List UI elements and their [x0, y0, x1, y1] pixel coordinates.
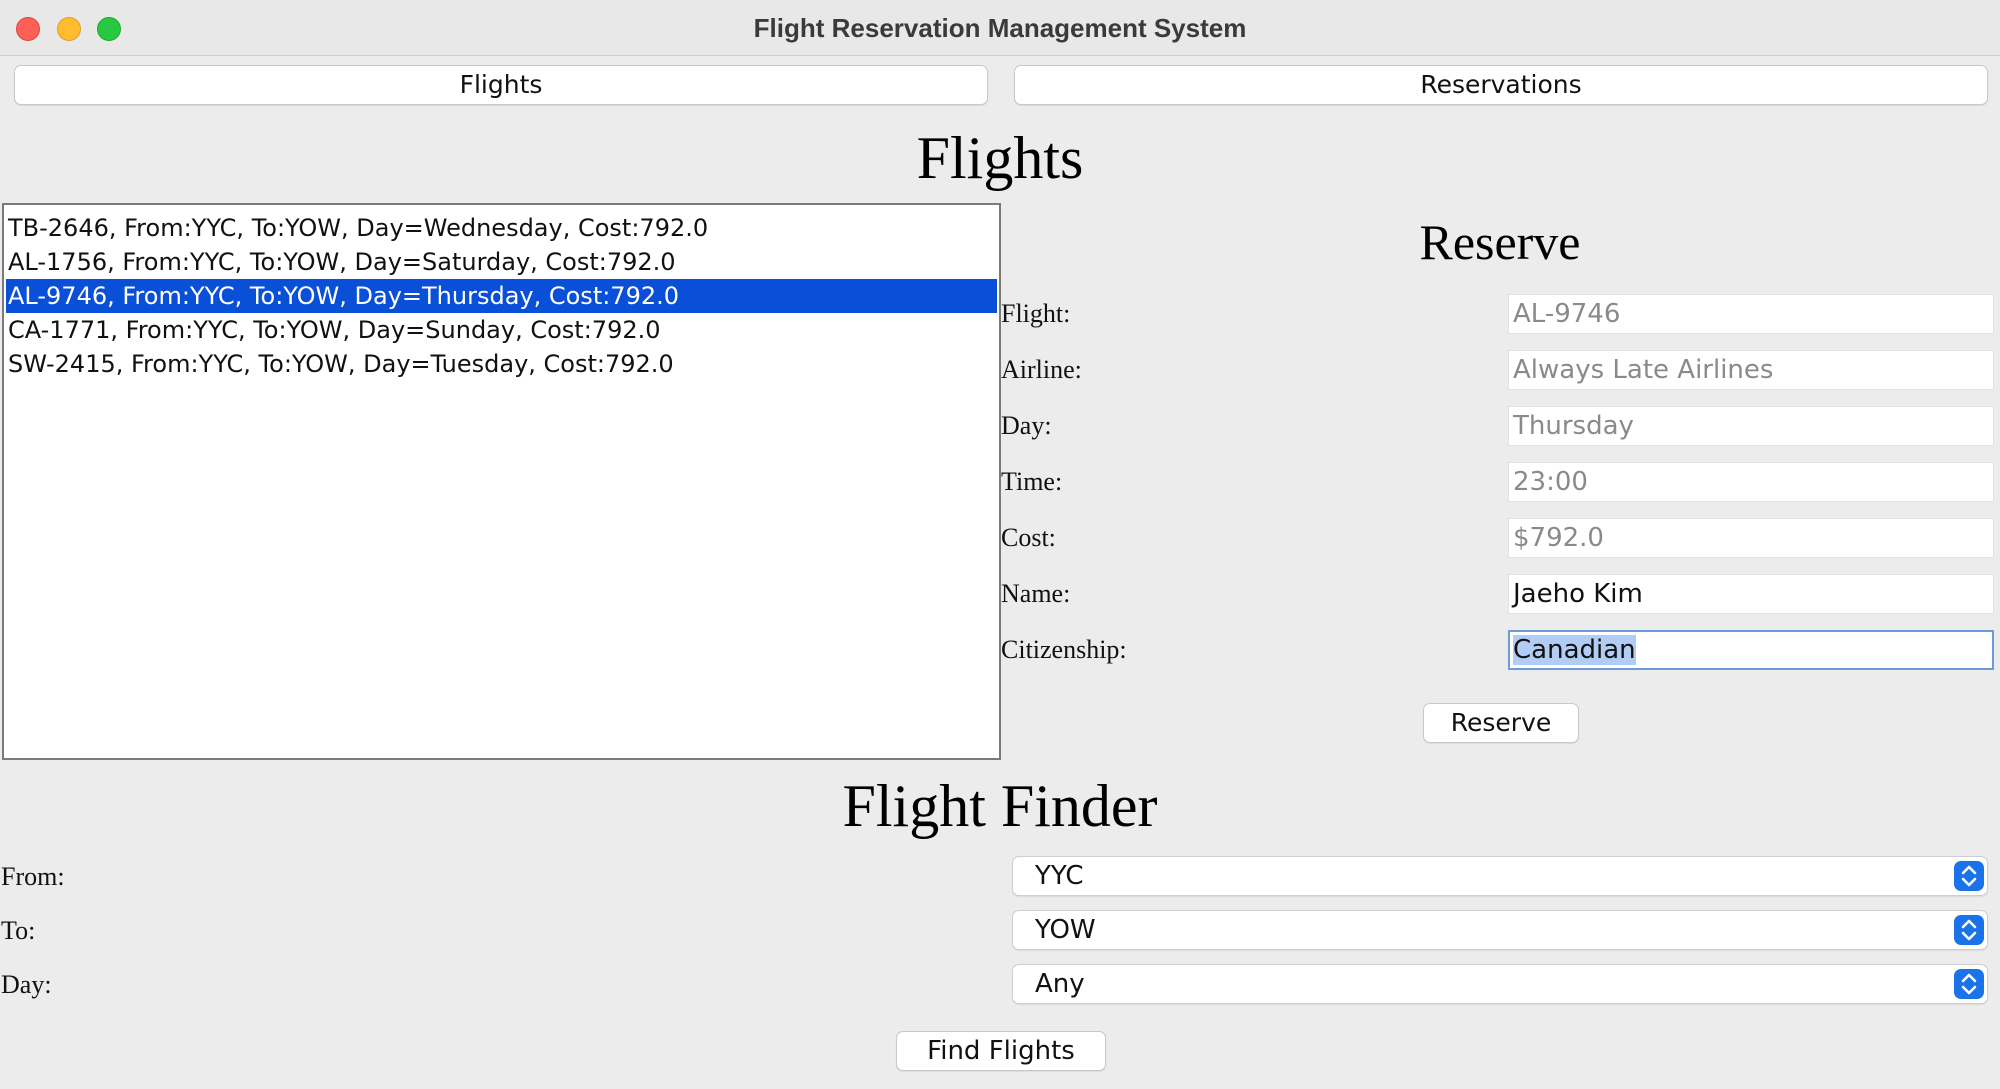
find-flights-button[interactable]: Find Flights	[896, 1031, 1106, 1071]
flight-list-item[interactable]: SW-2415, From:YYC, To:YOW, Day=Tuesday, …	[4, 347, 999, 381]
to-select-value: YOW	[1035, 915, 1096, 945]
up-down-chevron-icon	[1954, 861, 1984, 891]
day-select[interactable]: Any	[1012, 964, 1988, 1004]
cost-label: Cost:	[1001, 523, 1056, 552]
reserve-heading: Reserve	[1419, 214, 1581, 270]
flight-list-item-selected[interactable]: AL-9746, From:YYC, To:YOW, Day=Thursday,…	[6, 279, 997, 313]
time-label: Time:	[1001, 467, 1063, 496]
day-filter-label: Day:	[1, 970, 52, 999]
to-select[interactable]: YOW	[1012, 910, 1988, 950]
flight-field: AL-9746	[1508, 294, 1994, 334]
time-field: 23:00	[1508, 462, 1994, 502]
day-select-value: Any	[1035, 969, 1085, 999]
title-bar: Flight Reservation Management System	[0, 0, 2000, 56]
citizenship-label: Citizenship:	[1001, 635, 1127, 664]
from-label: From:	[1, 862, 65, 891]
airline-label: Airline:	[1001, 355, 1082, 384]
to-label: To:	[1, 916, 36, 945]
up-down-chevron-icon	[1954, 915, 1984, 945]
citizenship-selected-text: Canadian	[1513, 635, 1636, 665]
from-select[interactable]: YYC	[1012, 856, 1988, 896]
flight-list-item[interactable]: TB-2646, From:YYC, To:YOW, Day=Wednesday…	[4, 211, 999, 245]
tab-reservations[interactable]: Reservations	[1014, 65, 1988, 105]
flight-label: Flight:	[1001, 299, 1071, 328]
flight-list-item[interactable]: CA-1771, From:YYC, To:YOW, Day=Sunday, C…	[4, 313, 999, 347]
from-select-value: YYC	[1035, 861, 1084, 891]
flight-finder-heading: Flight Finder	[842, 773, 1158, 839]
day-field: Thursday	[1508, 406, 1994, 446]
flights-heading: Flights	[916, 125, 1084, 191]
citizenship-input[interactable]: Canadian	[1508, 630, 1994, 670]
flight-list[interactable]: TB-2646, From:YYC, To:YOW, Day=Wednesday…	[2, 203, 1001, 760]
up-down-chevron-icon	[1954, 969, 1984, 999]
flight-list-item[interactable]: AL-1756, From:YYC, To:YOW, Day=Saturday,…	[4, 245, 999, 279]
window-title: Flight Reservation Management System	[753, 13, 1247, 43]
tab-flights[interactable]: Flights	[14, 65, 988, 105]
day-label: Day:	[1001, 411, 1052, 440]
name-input[interactable]: Jaeho Kim	[1508, 574, 1994, 614]
airline-field: Always Late Airlines	[1508, 350, 1994, 390]
name-label: Name:	[1001, 579, 1071, 608]
cost-field: $792.0	[1508, 518, 1994, 558]
reserve-button[interactable]: Reserve	[1423, 703, 1579, 743]
